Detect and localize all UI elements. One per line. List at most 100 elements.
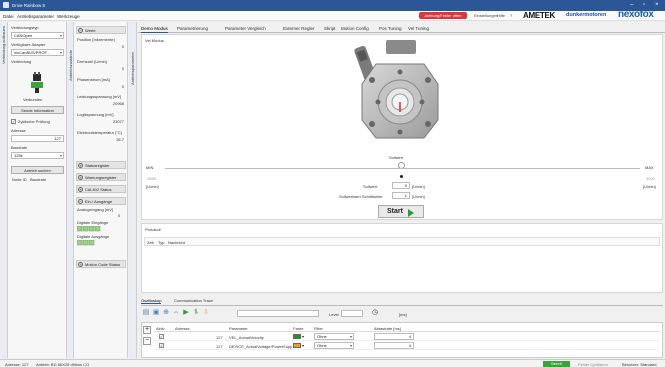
table-row[interactable]: ✓ 127 VEL_ActualVelocity ▾ Ohne ▾ 4 bbox=[154, 333, 659, 341]
row-filter-select[interactable]: Ohne ▾ bbox=[314, 342, 354, 349]
warning-button[interactable]: Achtung/Fehler offen bbox=[419, 12, 467, 19]
cyclic-check-label: Zyklische Prüfung bbox=[18, 119, 50, 124]
tab-vel-tuning[interactable]: Vel Tuning bbox=[408, 26, 429, 31]
row-parameter[interactable]: DEVICE_ActualVoltage/PowerSupp bbox=[229, 344, 292, 349]
menu-file[interactable]: Datei bbox=[3, 14, 14, 19]
tab-motion-config[interactable]: Motion Config bbox=[341, 26, 369, 31]
level-input[interactable] bbox=[341, 310, 363, 317]
menu-drive-params[interactable]: Antriebsparameter bbox=[17, 14, 54, 19]
vtab-connection[interactable]: Verbindung aufbauen bbox=[0, 22, 8, 358]
save-icon[interactable]: ▣ bbox=[152, 309, 160, 317]
row-color-swatch[interactable] bbox=[293, 334, 301, 339]
chevron-down-icon: ▾ bbox=[59, 50, 62, 55]
conn-type-label: Verbindungstyp bbox=[11, 25, 39, 30]
status-register-section[interactable]: + Statusregister bbox=[76, 161, 126, 169]
minimize-icon[interactable]: – bbox=[630, 2, 633, 8]
baudrate-select[interactable]: 125k ▾ bbox=[11, 152, 64, 159]
conn-type-select[interactable]: CANOpen ▾ bbox=[11, 32, 64, 39]
row-parameter[interactable]: VEL_ActualVelocity bbox=[229, 335, 264, 340]
adapter-select[interactable]: nicCanBUS/PROF... ▾ bbox=[11, 49, 64, 56]
min-label: MIN bbox=[146, 165, 154, 170]
start-button[interactable]: Start bbox=[378, 205, 424, 218]
add-channel-button[interactable]: + bbox=[143, 326, 151, 334]
tab-param-compare[interactable]: Parameter Vergleich bbox=[225, 26, 266, 31]
error-ack-button[interactable]: Fehler Quittieren bbox=[578, 362, 608, 367]
motion-code-section[interactable]: + Motion Code Status bbox=[76, 260, 126, 268]
row-filter-select[interactable]: Ohne ▾ bbox=[314, 333, 354, 340]
setpoint-input[interactable]: 0 bbox=[392, 182, 410, 189]
row-color-swatch[interactable] bbox=[293, 343, 301, 348]
tab-comm-trace[interactable]: Communication Trace bbox=[174, 298, 213, 303]
slider-zero-marker bbox=[400, 175, 403, 178]
chevron-down-icon: ▾ bbox=[59, 153, 62, 158]
digital-outputs-leds bbox=[76, 239, 105, 247]
trigger-icon[interactable]: ⥮ bbox=[192, 309, 200, 317]
vtab-drive-states[interactable]: Antriebszustände bbox=[67, 22, 74, 358]
row-rate-input[interactable]: 4 bbox=[374, 333, 414, 340]
oscilloscope-toolbar: ▤ ▣ ⊕ ⇔ ▶ ⥮ ⇩ Level ◷ [ms] bbox=[141, 308, 663, 320]
export-icon[interactable]: ⇩ bbox=[202, 309, 210, 317]
warning-register-section[interactable]: + Warnungsregister bbox=[76, 173, 126, 181]
baudrate-header: Baudrate bbox=[30, 177, 47, 182]
vtab-drive-params[interactable]: Antriebsparameter bbox=[129, 22, 137, 358]
cyclic-check-checkbox[interactable]: ✓ bbox=[11, 119, 16, 124]
plug-connected-icon bbox=[28, 72, 46, 94]
unit-left: [U/min] bbox=[146, 184, 159, 189]
remove-channel-button[interactable]: − bbox=[143, 337, 151, 345]
toolbar-field[interactable] bbox=[237, 310, 319, 317]
col-address: Adresse bbox=[175, 326, 190, 331]
col-filter: Filter bbox=[314, 326, 323, 331]
row-rate-input[interactable]: 4 bbox=[374, 342, 414, 349]
tab-external-controller[interactable]: Externer Regler bbox=[283, 26, 315, 31]
step-unit: [U/min] bbox=[412, 194, 425, 199]
chevron-down-icon: ▾ bbox=[349, 343, 352, 348]
run-icon[interactable]: ▶ bbox=[182, 309, 190, 317]
close-icon[interactable]: × bbox=[655, 2, 659, 8]
value-row-value: 0 bbox=[121, 84, 124, 89]
menu-tools[interactable]: Werkzeuge bbox=[57, 14, 80, 19]
step-input[interactable]: 1 bbox=[392, 192, 410, 199]
value-row-label: Leistungsspannung [mV] bbox=[77, 94, 122, 99]
protocol-title: Protokoll bbox=[145, 227, 161, 232]
zoom-icon[interactable]: ⊕ bbox=[162, 309, 170, 317]
protocol-header-row: Zeit Typ Nachricht bbox=[144, 237, 660, 246]
setpoint-slider-track[interactable] bbox=[165, 168, 640, 169]
drive-states-panel: − Werte Position [Inkremente] 0 Drehzahl [U… bbox=[74, 22, 128, 358]
maximize-icon[interactable]: ▫ bbox=[643, 2, 645, 8]
brand-dunker-logo: dunkermotoren bbox=[566, 12, 607, 18]
settings-link[interactable]: Einstellungen bbox=[474, 13, 498, 18]
value-row-value: 0 bbox=[121, 44, 124, 49]
chevron-down-icon[interactable]: ▾ bbox=[302, 343, 304, 348]
main-tabs: Demo Modus Parametrierung Parameter Verg… bbox=[138, 22, 665, 33]
row-active-checkbox[interactable]: ✓ bbox=[159, 343, 164, 348]
fit-icon[interactable]: ⇔ bbox=[172, 309, 180, 317]
tab-demo-mode[interactable]: Demo Modus bbox=[141, 26, 168, 33]
about-link[interactable]: ? bbox=[510, 13, 512, 18]
address-input[interactable]: 127 bbox=[11, 135, 64, 142]
clock-icon[interactable]: ◷ bbox=[371, 309, 379, 317]
search-drive-button[interactable]: Antrieb suchen bbox=[11, 166, 64, 174]
expand-icon: + bbox=[78, 187, 83, 192]
open-icon[interactable]: ▤ bbox=[142, 309, 150, 317]
ready-indicator: Bereit bbox=[543, 361, 570, 367]
col-time: Zeit bbox=[147, 240, 154, 245]
tab-parametrization[interactable]: Parametrierung bbox=[177, 26, 208, 31]
table-row[interactable]: ✓ 127 DEVICE_ActualVoltage/PowerSupp ▾ Ohne ▾… bbox=[154, 342, 659, 350]
row-address: 127 bbox=[216, 335, 223, 340]
status-user: Benutzer: Standard bbox=[622, 362, 657, 367]
values-section-header[interactable]: − Werte bbox=[76, 26, 126, 34]
chevron-down-icon: ▾ bbox=[59, 33, 62, 38]
chevron-down-icon[interactable]: ▾ bbox=[302, 334, 304, 339]
io-section[interactable]: − Ein-/ Ausgänge bbox=[76, 197, 126, 205]
send-info-button[interactable]: Sende Information bbox=[11, 106, 64, 114]
tab-script[interactable]: Skript bbox=[324, 26, 336, 31]
adapter-label: Verfügbare Adapter bbox=[11, 42, 46, 47]
cia402-status-section[interactable]: + CiA 402 Status bbox=[76, 185, 126, 193]
protocol-panel: Protokoll Zeit Typ Nachricht bbox=[141, 223, 663, 293]
setpoint-row-unit: [U/min] bbox=[412, 184, 425, 189]
col-active: Aktiv bbox=[156, 326, 165, 331]
tab-pos-tuning[interactable]: Pos Tuning bbox=[379, 26, 402, 31]
help-link[interactable]: Hilfe bbox=[497, 13, 505, 18]
tab-oscilloscope[interactable]: Oszilloskop bbox=[141, 298, 162, 304]
row-active-checkbox[interactable]: ✓ bbox=[159, 334, 164, 339]
